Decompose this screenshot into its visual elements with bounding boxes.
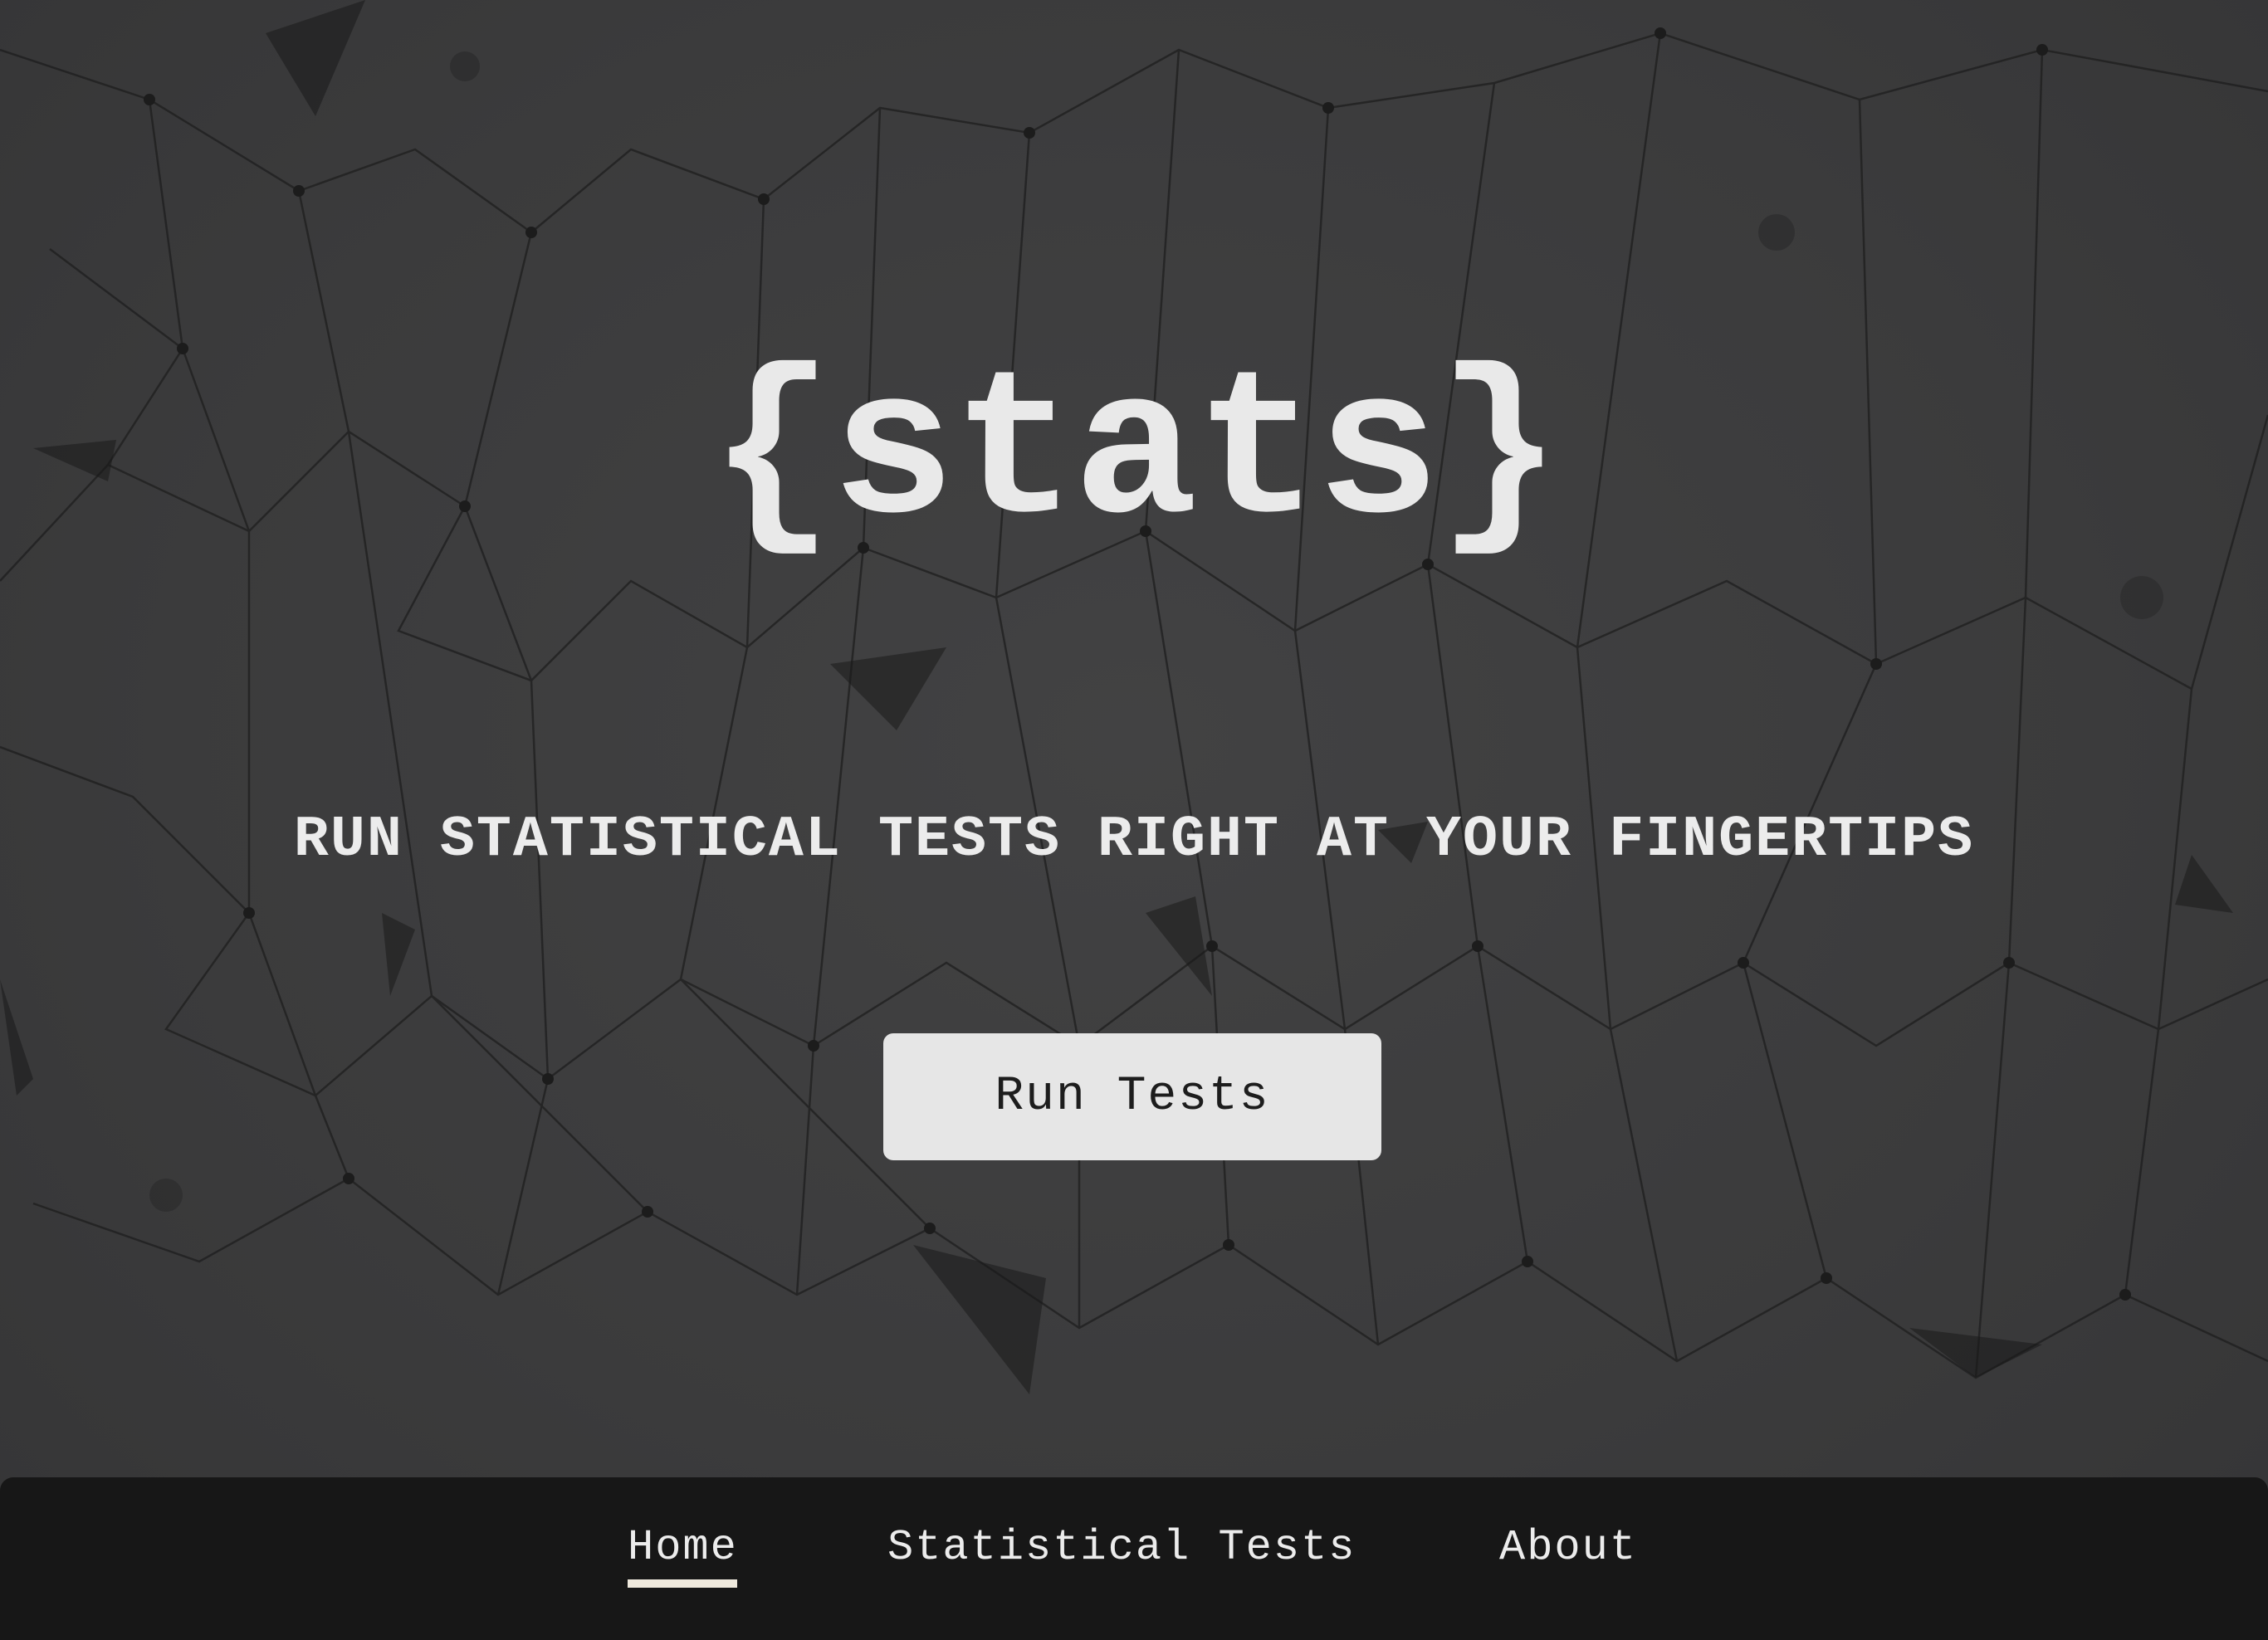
active-nav-underline [628,1579,737,1588]
app-logo-title: {stats} [709,339,1562,574]
nav-item-about[interactable]: About [1499,1477,1637,1640]
bottom-navigation-bar: Home Statistical Tests About [0,1477,2268,1640]
nav-item-statistical-tests[interactable]: Statistical Tests [887,1477,1356,1640]
nav-item-home[interactable]: Home [628,1477,738,1640]
run-tests-button[interactable]: Run Tests [883,1033,1381,1160]
hero-tagline: RUN STATISTICAL TESTS RIGHT AT YOUR FING… [293,808,1975,873]
network-lines [0,32,2268,1379]
page: {stats} RUN STATISTICAL TESTS RIGHT AT Y… [0,0,2268,1640]
network-background-image [0,0,2268,1394]
